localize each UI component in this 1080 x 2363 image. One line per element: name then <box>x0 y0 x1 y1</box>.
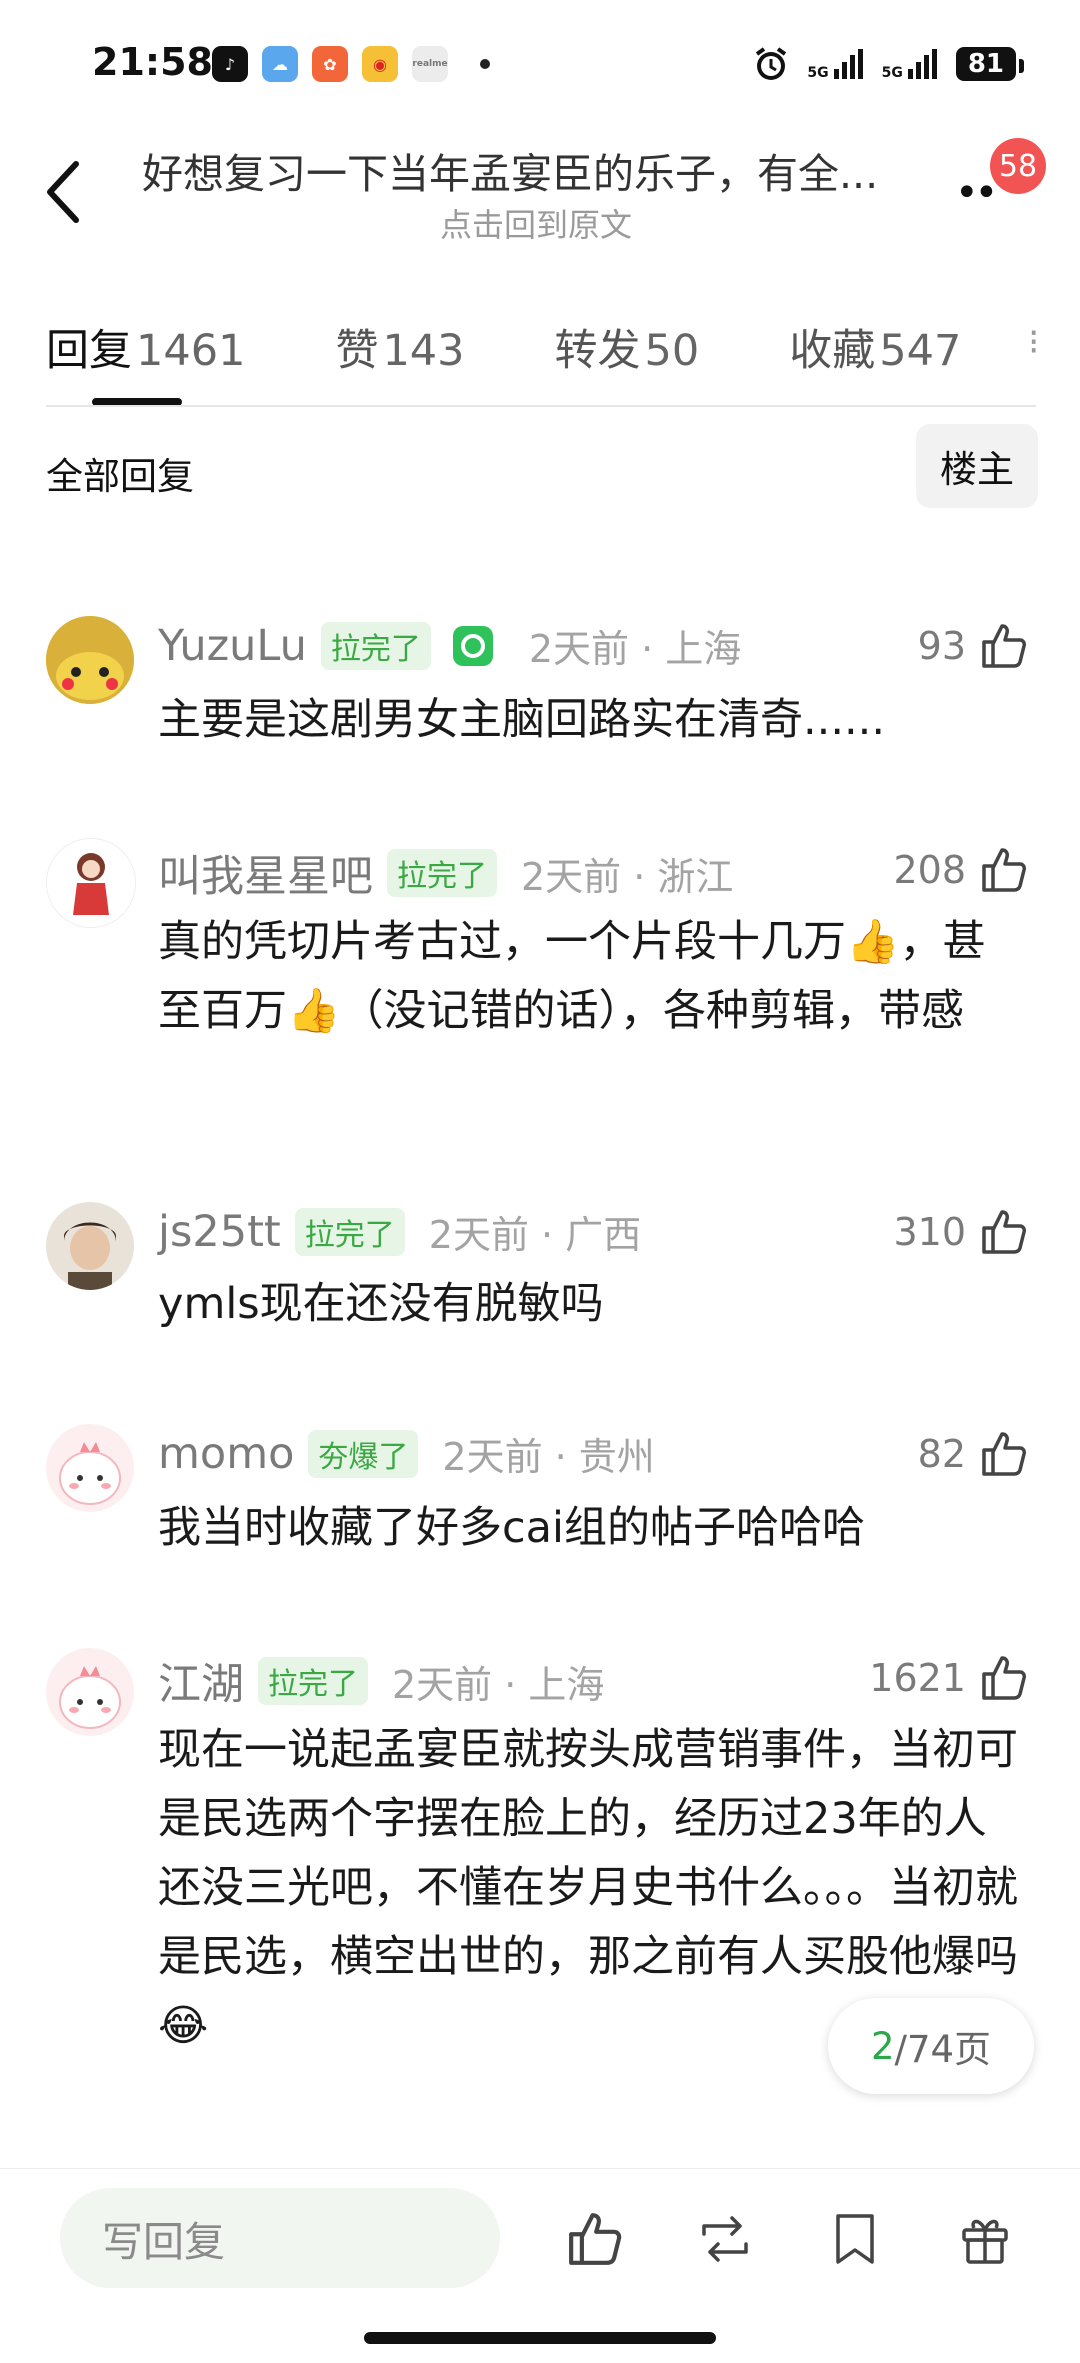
rating-tag: 拉完了 <box>258 1657 368 1705</box>
repost-icon[interactable] <box>694 2208 756 2270</box>
reply-input[interactable]: 写回复 <box>60 2188 500 2288</box>
like-count: 310 <box>893 1210 966 1254</box>
rating-tag: 夯爆了 <box>308 1429 419 1478</box>
tab-overflow[interactable]: ⁝ <box>1028 322 1039 363</box>
like-group[interactable]: 82 <box>918 1428 1030 1480</box>
more-notifications-icon <box>480 59 490 69</box>
like-count: 82 <box>917 1432 966 1476</box>
comment-text: 真的凭切片考古过，一个片段十几万👍，甚至百万👍（没记错的话），各种剪辑，带感 <box>158 917 986 1036</box>
username[interactable]: js25tt <box>158 1207 281 1257</box>
timestamp-location: 2天前 · 贵州 <box>442 1435 655 1479</box>
tabs-divider <box>46 405 1036 407</box>
weibo-icon: ◉ <box>362 46 398 82</box>
home-indicator[interactable] <box>364 2332 716 2344</box>
username[interactable]: 江湖 <box>158 1650 244 1712</box>
tab-favorites[interactable]: 收藏547 <box>789 316 961 378</box>
signal-bars-icon <box>907 49 937 79</box>
level-badge-icon <box>452 625 493 666</box>
status-app-icons: ♪ ☁ ✿ ◉ realme <box>212 46 490 82</box>
timestamp-location: 2天前 · 浙江 <box>521 854 734 899</box>
realme-icon: realme <box>412 46 448 82</box>
page-indicator[interactable]: 2/74页 <box>828 1998 1034 2094</box>
status-right: 5G 5G 81 <box>751 44 1025 84</box>
comment-header: 江湖 拉完了 2天前 · 上海 <box>158 1650 604 1712</box>
tiktok-icon: ♪ <box>212 46 248 82</box>
rating-tag: 拉完了 <box>387 849 497 897</box>
rating-tag: 拉完了 <box>294 1207 405 1256</box>
like-group[interactable]: 1621 <box>869 1652 1030 1704</box>
weather-icon: ☁ <box>262 46 298 82</box>
total-pages: /74页 <box>894 2028 992 2071</box>
timestamp-location: 2天前 · 上海 <box>392 1662 605 1707</box>
comment-text: 主要是这剧男女主脑回路实在清奇...... <box>158 695 886 745</box>
avatar[interactable] <box>46 838 136 928</box>
thumbs-up-icon[interactable] <box>978 844 1030 896</box>
tab-replies[interactable]: 回复1461 <box>46 316 245 378</box>
back-to-post-link[interactable]: 点击回到原文 <box>440 200 632 246</box>
like-group[interactable]: 93 <box>918 620 1030 672</box>
signal-1: 5G <box>807 47 865 81</box>
signal-2: 5G <box>882 47 940 81</box>
back-arrow-icon[interactable] <box>36 152 96 232</box>
thumbs-up-icon[interactable] <box>978 1206 1030 1258</box>
like-count: 1621 <box>869 1656 966 1700</box>
comment-text: 我当时收藏了好多cai组的帖子哈哈哈 <box>158 1503 865 1553</box>
gift-icon[interactable] <box>954 2208 1016 2270</box>
thumbs-up-icon[interactable] <box>978 1652 1030 1704</box>
username[interactable]: 叫我星星吧 <box>158 842 373 904</box>
avatar[interactable] <box>46 616 134 704</box>
timestamp-location: 2天前 · 广西 <box>428 1213 642 1257</box>
alarm-icon <box>756 47 787 80</box>
post-title[interactable]: 好想复习一下当年孟宴臣的乐子，有全... <box>142 140 952 200</box>
more-options-icon[interactable]: •• <box>955 170 998 216</box>
status-time: 21:58 <box>92 40 213 84</box>
tab-bar: 回复1461 赞143 转发50 收藏547 <box>46 316 1051 378</box>
comment-header: js25tt 拉完了 2天前 · 广西 <box>158 1204 641 1259</box>
tab-likes[interactable]: 赞143 <box>335 316 464 378</box>
like-group[interactable]: 310 <box>893 1206 1030 1258</box>
timestamp-location: 2天前 · 上海 <box>528 627 742 671</box>
current-page: 2 <box>870 2024 895 2068</box>
battery-indicator: 81 <box>955 47 1025 81</box>
comment-header: momo 夯爆了 2天前 · 贵州 <box>158 1426 655 1481</box>
signal-bars-icon <box>833 49 863 79</box>
username[interactable]: momo <box>158 1429 294 1479</box>
comment-text: ymls现在还没有脱敏吗 <box>158 1279 604 1329</box>
rating-tag: 拉完了 <box>320 621 431 670</box>
avatar[interactable] <box>46 1648 134 1736</box>
tab-reposts[interactable]: 转发50 <box>555 316 700 378</box>
like-count: 93 <box>917 624 966 668</box>
comment-header: YuzuLu 拉完了 2天前 · 上海 <box>158 618 741 673</box>
username[interactable]: YuzuLu <box>158 621 307 671</box>
avatar[interactable] <box>46 1202 134 1290</box>
filter-op-button[interactable]: 楼主 <box>916 424 1038 508</box>
comment-header: 叫我星星吧 拉完了 2天前 · 浙江 <box>158 842 733 904</box>
like-group[interactable]: 208 <box>893 844 1030 896</box>
avatar[interactable] <box>46 1424 134 1512</box>
like-icon[interactable] <box>564 2208 626 2270</box>
bookmark-icon[interactable] <box>824 2208 886 2270</box>
filter-all-replies[interactable]: 全部回复 <box>46 446 194 500</box>
thumbs-up-icon[interactable] <box>978 1428 1030 1480</box>
app-store-icon: ✿ <box>312 46 348 82</box>
thumbs-up-icon[interactable] <box>978 620 1030 672</box>
like-count: 208 <box>893 848 966 892</box>
notification-badge[interactable]: 58 <box>990 138 1046 194</box>
